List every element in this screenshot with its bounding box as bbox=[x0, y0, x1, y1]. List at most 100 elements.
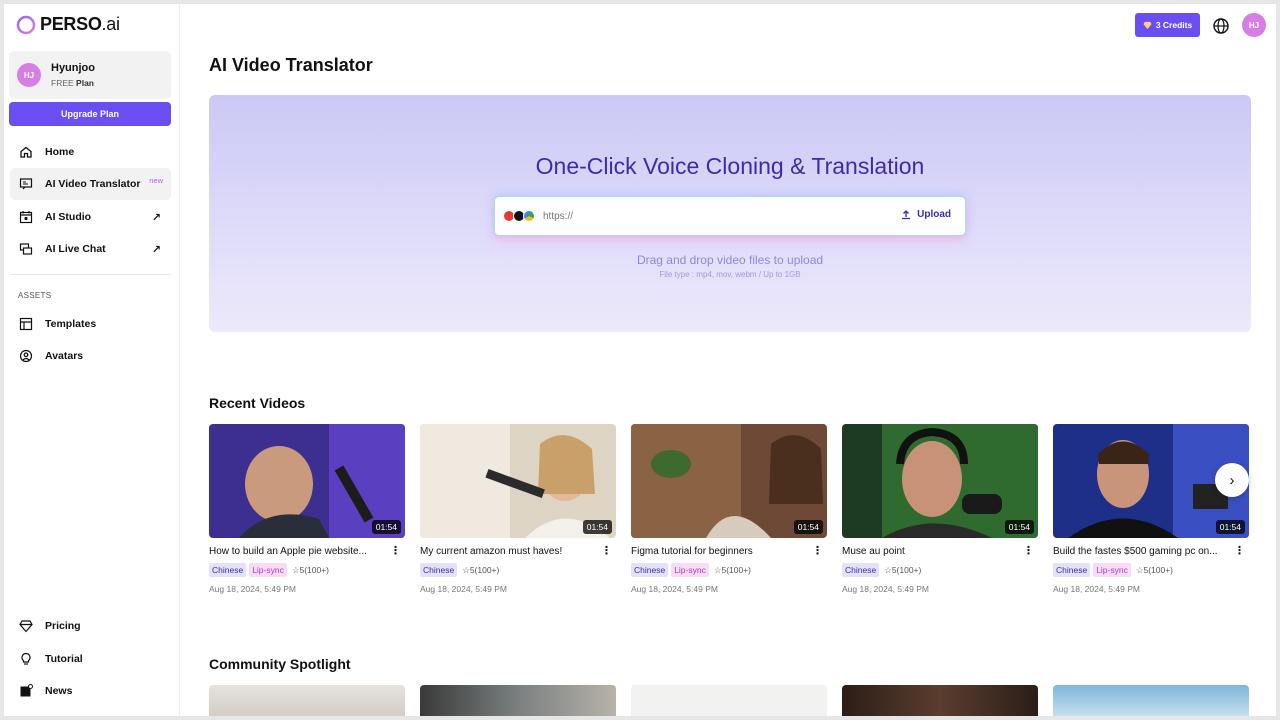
sidebar-divider bbox=[10, 274, 171, 275]
language-tag: Chinese bbox=[842, 563, 880, 577]
upgrade-plan-button[interactable]: Upgrade Plan bbox=[9, 102, 171, 126]
video-card[interactable]: 01:54 Build the fastes $500 gaming pc on… bbox=[1053, 424, 1249, 594]
globe-icon[interactable] bbox=[1212, 17, 1230, 35]
avatar: HJ bbox=[17, 63, 41, 87]
video-duration: 01:54 bbox=[1215, 520, 1245, 534]
assets-section-label: ASSETS bbox=[18, 291, 52, 300]
more-options-icon[interactable]: ⋮ bbox=[601, 544, 612, 557]
news-icon bbox=[19, 684, 33, 698]
sidebar-item-label: Home bbox=[45, 146, 75, 158]
upload-icon bbox=[902, 209, 911, 219]
video-thumbnail[interactable]: 01:54 bbox=[842, 424, 1038, 538]
sidebar-item-templates[interactable]: Templates bbox=[10, 308, 171, 340]
spotlight-thumbnail[interactable] bbox=[420, 685, 616, 716]
url-input[interactable] bbox=[543, 210, 873, 222]
language-tag: Chinese bbox=[631, 563, 669, 577]
spotlight-thumbnail[interactable] bbox=[1053, 685, 1249, 716]
chat-icon bbox=[19, 242, 33, 256]
google-drive-icon bbox=[523, 210, 535, 222]
video-card[interactable]: 01:54 How to build an Apple pie website.… bbox=[209, 424, 405, 594]
more-options-icon[interactable]: ⋮ bbox=[390, 544, 401, 557]
drag-drop-text: Drag and drop video files to upload bbox=[636, 253, 824, 267]
lip-sync-tag: Lip-sync bbox=[249, 563, 287, 577]
sidebar-item-label: News bbox=[45, 685, 73, 697]
sidebar-item-home[interactable]: Home bbox=[10, 136, 171, 168]
chevron-right-icon: › bbox=[1229, 471, 1235, 489]
video-card[interactable]: 01:54 Muse au point ⋮ Chinese ☆5(100+) A… bbox=[842, 424, 1038, 594]
video-title[interactable]: Figma tutorial for beginners bbox=[631, 546, 809, 557]
video-date: Aug 18, 2024, 5:49 PM bbox=[209, 584, 296, 594]
upload-label: Upload bbox=[917, 209, 951, 220]
templates-icon bbox=[19, 317, 33, 331]
carousel-next-button[interactable]: › bbox=[1215, 463, 1249, 497]
app-window: PERSO.ai HJ Hyunjoo FREE Plan Upgrade Pl… bbox=[4, 4, 1276, 716]
sidebar-item-label: Pricing bbox=[45, 620, 81, 632]
new-badge: new bbox=[149, 176, 163, 185]
credits-label: 3 Credits bbox=[1155, 20, 1193, 30]
file-type-text: File type : mp4, mov, webm / Up to 1GB bbox=[659, 270, 801, 279]
sidebar-item-ai-live-chat[interactable]: AI Live Chat ↗ bbox=[10, 233, 171, 265]
external-arrow-icon: ↗ bbox=[151, 243, 161, 256]
video-date: Aug 18, 2024, 5:49 PM bbox=[631, 584, 718, 594]
sidebar-item-ai-studio[interactable]: AI Studio ↗ bbox=[10, 201, 171, 233]
star-icon: ☆ bbox=[462, 564, 470, 575]
video-thumbnail[interactable]: 01:54 bbox=[209, 424, 405, 538]
home-icon bbox=[19, 145, 33, 159]
video-title[interactable]: Muse au point bbox=[842, 546, 1020, 557]
video-title[interactable]: How to build an Apple pie website... bbox=[209, 546, 387, 557]
recent-videos-list: 01:54 How to build an Apple pie website.… bbox=[209, 424, 1251, 604]
lip-sync-tag: Lip-sync bbox=[1093, 563, 1131, 577]
external-arrow-icon: ↗ bbox=[151, 211, 161, 224]
video-title[interactable]: My current amazon must haves! bbox=[420, 546, 598, 557]
diamond-icon bbox=[19, 619, 33, 633]
studio-icon bbox=[19, 210, 33, 224]
sidebar-item-label: AI Studio bbox=[45, 211, 92, 223]
perso-logo-icon bbox=[16, 15, 36, 34]
diamond-icon bbox=[1143, 21, 1152, 29]
rating: ☆5(100+) bbox=[291, 564, 330, 575]
sidebar: PERSO.ai HJ Hyunjoo FREE Plan Upgrade Pl… bbox=[4, 4, 180, 716]
lip-sync-tag: Lip-sync bbox=[671, 563, 709, 577]
url-input-box[interactable]: Upload bbox=[494, 196, 966, 236]
video-date: Aug 18, 2024, 5:49 PM bbox=[1053, 584, 1140, 594]
language-tag: Chinese bbox=[420, 563, 458, 577]
video-duration: 01:54 bbox=[1004, 520, 1034, 534]
video-thumbnail[interactable]: 01:54 bbox=[420, 424, 616, 538]
more-options-icon[interactable]: ⋮ bbox=[1023, 544, 1034, 557]
rating: ☆5(100+) bbox=[884, 564, 922, 575]
hero-title: One-Click Voice Cloning & Translation bbox=[535, 153, 925, 179]
source-icons bbox=[503, 210, 535, 222]
sidebar-item-news[interactable]: News bbox=[10, 675, 171, 707]
avatar-icon bbox=[19, 349, 33, 363]
brand-name: PERSO.ai bbox=[40, 14, 120, 34]
spotlight-thumbnail[interactable] bbox=[842, 685, 1038, 716]
more-options-icon[interactable]: ⋮ bbox=[812, 544, 823, 557]
user-name: Hyunjoo bbox=[51, 62, 95, 74]
sidebar-item-pricing[interactable]: Pricing bbox=[10, 610, 171, 642]
sidebar-item-ai-video-translator[interactable]: AI Video Translator new bbox=[10, 168, 171, 200]
account-avatar[interactable]: HJ bbox=[1242, 13, 1266, 37]
spotlight-thumbnail[interactable] bbox=[209, 685, 405, 716]
video-title[interactable]: Build the fastes $500 gaming pc on... bbox=[1053, 546, 1231, 557]
recent-videos-title: Recent Videos bbox=[209, 395, 306, 411]
sidebar-item-tutorial[interactable]: Tutorial bbox=[10, 643, 171, 675]
sidebar-item-label: AI Live Chat bbox=[45, 243, 106, 255]
translate-icon bbox=[19, 177, 33, 191]
video-thumbnail[interactable]: 01:54 bbox=[631, 424, 827, 538]
user-plan: FREE Plan bbox=[51, 78, 94, 88]
user-card[interactable]: HJ Hyunjoo FREE Plan bbox=[9, 51, 171, 99]
video-card[interactable]: 01:54 My current amazon must haves! ⋮ Ch… bbox=[420, 424, 616, 594]
rating: ☆5(100+) bbox=[713, 564, 752, 575]
sidebar-item-label: AI Video Translator bbox=[45, 178, 141, 190]
upload-hero[interactable]: One-Click Voice Cloning & Translation Up… bbox=[209, 95, 1251, 332]
spotlight-thumbnail[interactable] bbox=[631, 685, 827, 716]
upload-button[interactable]: Upload bbox=[901, 209, 951, 220]
logo[interactable]: PERSO.ai bbox=[16, 14, 120, 35]
video-card[interactable]: 01:54 Figma tutorial for beginners ⋮ Chi… bbox=[631, 424, 827, 594]
video-duration: 01:54 bbox=[371, 520, 401, 534]
sidebar-item-avatars[interactable]: Avatars bbox=[10, 340, 171, 372]
video-duration: 01:54 bbox=[793, 520, 823, 534]
more-options-icon[interactable]: ⋮ bbox=[1234, 544, 1245, 557]
credits-button[interactable]: 3 Credits bbox=[1135, 13, 1200, 37]
sidebar-item-label: Avatars bbox=[45, 350, 84, 362]
